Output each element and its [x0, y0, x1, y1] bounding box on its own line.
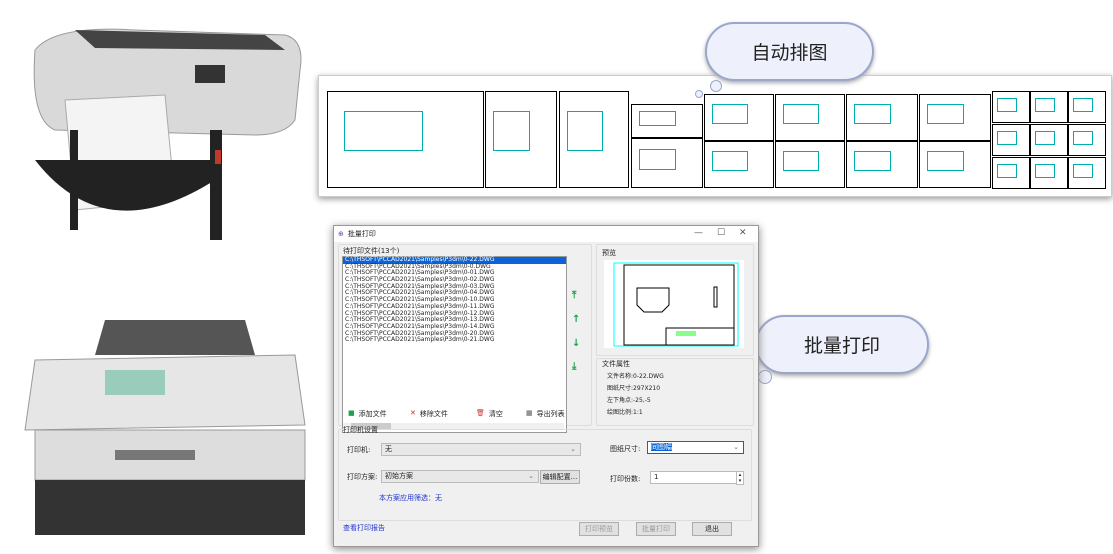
- plotter-image: [33, 28, 302, 240]
- title-bar: ⊕ 批量打印 — ☐ ✕: [334, 226, 758, 242]
- add-file-icon: ■: [348, 409, 355, 417]
- cad-layout-strip: [318, 75, 1112, 197]
- paper-size-select[interactable]: 同图幅 ⌄: [647, 441, 744, 454]
- export-list-button[interactable]: ▦ 导出列表: [526, 409, 565, 419]
- maximize-button[interactable]: ☐: [717, 228, 725, 238]
- print-preview-button[interactable]: 打印预览: [579, 522, 619, 536]
- drawing-scale: 绘图比例:1:1: [607, 409, 643, 416]
- copies-input[interactable]: 1: [650, 471, 737, 484]
- file-list[interactable]: C:\THSOFT\PCCAD2021\Samples\P3dm\0-22.DW…: [342, 256, 567, 433]
- minimize-button[interactable]: —: [694, 228, 703, 238]
- paper-size-prop: 图纸尺寸:297X210: [607, 385, 661, 392]
- batch-print-dialog: ⊕ 批量打印 — ☐ ✕ 待打印文件(13个) C:\THSOFT\PCCAD2…: [333, 225, 759, 547]
- copies-spinner[interactable]: ▴ ▾: [736, 471, 744, 485]
- export-icon: ▦: [526, 409, 533, 417]
- auto-layout-bubble: 自动排图: [705, 22, 874, 81]
- printer-label: 打印机:: [347, 446, 371, 454]
- lower-left-point: 左下角点:-25,-5: [607, 397, 651, 404]
- close-button[interactable]: ✕: [739, 228, 747, 238]
- remove-icon: ✕: [410, 409, 416, 417]
- app-icon: ⊕: [338, 230, 344, 238]
- drawing-preview: [604, 260, 744, 348]
- clear-button[interactable]: 🗑 清空: [476, 409, 503, 419]
- move-bottom-icon[interactable]: ⤓: [572, 361, 576, 372]
- move-down-icon[interactable]: ↓: [572, 338, 580, 349]
- copies-label: 打印份数:: [610, 475, 641, 483]
- file-properties-label: 文件属性: [602, 360, 630, 368]
- printer-select[interactable]: 无 ⌄: [381, 443, 581, 456]
- preview-label: 预览: [602, 249, 616, 257]
- batch-print-button[interactable]: 批量打印: [636, 522, 676, 536]
- file-list-label: 待打印文件(13个): [343, 247, 400, 255]
- paper-size-label: 图纸尺寸:: [610, 445, 641, 453]
- scheme-select[interactable]: 初始方案 ⌄: [381, 470, 539, 483]
- scheme-filter-text: 本方案应用筛选：无: [379, 494, 442, 502]
- exit-button[interactable]: 退出: [692, 522, 732, 536]
- file-list-item[interactable]: C:\THSOFT\PCCAD2021\Samples\P3dm\0-21.DW…: [343, 337, 566, 344]
- dialog-title: 批量打印: [347, 230, 376, 238]
- bubble-dot: [695, 90, 703, 98]
- printer-settings-label: 打印机设置: [343, 426, 378, 434]
- scheme-label: 打印方案:: [347, 473, 378, 481]
- add-file-button[interactable]: ■ 添加文件: [348, 409, 387, 419]
- file-name: 文件名称:0-22.DWG: [607, 373, 664, 380]
- move-top-icon[interactable]: ⤒: [572, 290, 576, 301]
- batch-print-bubble: 批量打印: [755, 315, 929, 374]
- trash-icon: 🗑: [476, 409, 485, 417]
- bubble-dot: [710, 80, 722, 92]
- edit-config-button[interactable]: 编辑配置...: [540, 470, 580, 484]
- remove-file-button[interactable]: ✕ 移除文件: [410, 409, 448, 419]
- move-up-icon[interactable]: ↑: [572, 314, 580, 325]
- view-report-link[interactable]: 查看打印报告: [343, 523, 385, 533]
- bubble-dot: [758, 370, 772, 384]
- laser-printer-image: [24, 320, 306, 535]
